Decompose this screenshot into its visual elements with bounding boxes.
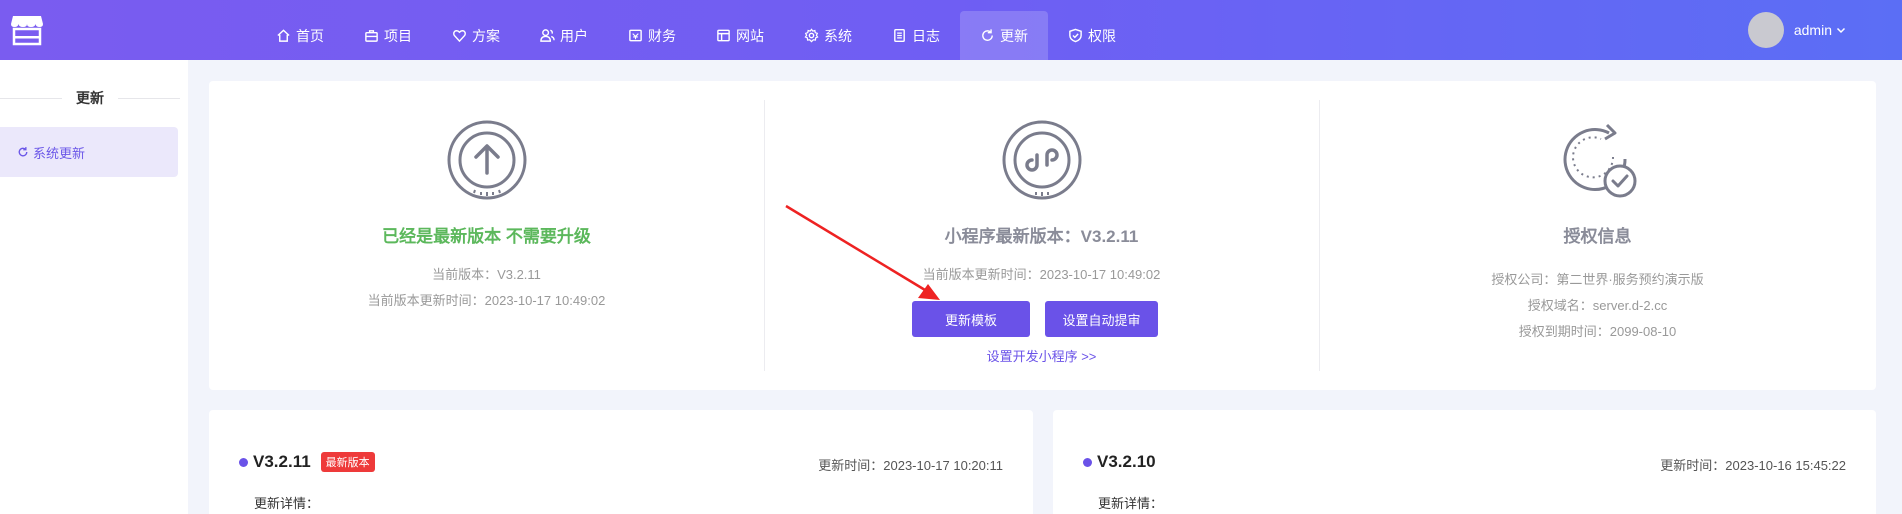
- nav-projects-label: 项目: [384, 27, 412, 44]
- current-version-updated-at: 当前版本更新时间：2023-10-17 10:49:02: [367, 293, 606, 308]
- license-expiry: 授权到期时间：2099-08-10: [1518, 324, 1677, 339]
- sidebar-item-system-update[interactable]: 系统更新: [0, 127, 178, 177]
- version-card: V3.2.10 更新时间：2023-10-16 15:45:22 更新详情：: [1053, 410, 1876, 514]
- update-status-card: 已经是最新版本 不需要升级 当前版本：V3.2.11 当前版本更新时间：2023…: [209, 81, 1876, 390]
- version-name: V3.2.10: [1097, 452, 1156, 471]
- version-dot: [1083, 457, 1092, 467]
- nav-permissions[interactable]: 权限: [1048, 11, 1136, 60]
- version-detail-label: 更新详情：: [254, 496, 320, 511]
- nav-permissions-label: 权限: [1088, 27, 1116, 44]
- avatar[interactable]: [1747, 12, 1784, 48]
- version-name: V3.2.11: [253, 452, 311, 471]
- nav-finance-label: 财务: [648, 27, 676, 44]
- heart-icon: [453, 30, 466, 43]
- dev-miniprogram-link[interactable]: 设置开发小程序 >>: [764, 346, 1319, 365]
- home-icon: [277, 29, 290, 42]
- auto-audit-button[interactable]: 设置自动提审: [1045, 301, 1158, 337]
- version-header: V3.2.11 最新版本: [239, 452, 375, 472]
- version-dot: [239, 457, 248, 467]
- sidebar-title-text: 更新: [76, 90, 104, 106]
- system-status-title: 已经是最新版本 不需要升级: [382, 227, 591, 246]
- refresh-icon: [982, 29, 993, 41]
- nav-website[interactable]: 网站: [696, 11, 784, 60]
- license-company: 授权公司：第二世界·服务预约演示版: [1491, 272, 1704, 287]
- nav-plans-label: 方案: [472, 27, 500, 44]
- username: admin: [1793, 22, 1832, 38]
- nav-update-label: 更新: [1000, 27, 1028, 44]
- nav-system[interactable]: 系统: [784, 11, 872, 60]
- nav-logs-label: 日志: [912, 27, 940, 44]
- nav-home[interactable]: 首页: [256, 11, 344, 60]
- sidebar-title: 更新: [0, 88, 180, 108]
- version-detail-label: 更新详情：: [1098, 496, 1164, 511]
- nav-users[interactable]: 用户: [520, 11, 608, 60]
- nav-system-label: 系统: [824, 27, 852, 44]
- sidebar-item-label: 系统更新: [33, 145, 86, 161]
- gear-icon: [804, 28, 819, 43]
- nav-home-label: 首页: [296, 27, 324, 44]
- system-version-panel: 已经是最新版本 不需要升级 当前版本：V3.2.11 当前版本更新时间：2023…: [209, 81, 764, 390]
- latest-version-badge: 最新版本: [320, 452, 375, 472]
- refresh-icon: [18, 147, 28, 157]
- nav-update[interactable]: 更新: [960, 11, 1048, 60]
- license-panel: 授权信息 授权公司：第二世界·服务预约演示版 授权域名：server.d-2.c…: [1319, 81, 1876, 390]
- nav-finance[interactable]: 财务: [608, 11, 696, 60]
- wallet-icon: [629, 29, 642, 42]
- main-nav: 首页 项目 方案 用户 财务 网站 系统 日志 更新 权限: [256, 11, 1136, 60]
- current-version: 当前版本：V3.2.11: [432, 267, 541, 282]
- version-time: 更新时间：2023-10-17 10:20:11: [818, 458, 1003, 473]
- nav-projects[interactable]: 项目: [344, 11, 432, 60]
- user-menu[interactable]: admin: [1747, 12, 1847, 48]
- nav-logs[interactable]: 日志: [872, 11, 960, 60]
- version-card: V3.2.11 最新版本 更新时间：2023-10-17 10:20:11 更新…: [209, 410, 1033, 514]
- shield-icon: [1069, 28, 1082, 43]
- nav-users-label: 用户: [560, 27, 588, 44]
- annotation-arrow-icon: [785, 204, 940, 300]
- nav-website-label: 网站: [736, 27, 764, 44]
- store-logo-icon[interactable]: [10, 14, 44, 46]
- users-icon: [540, 29, 555, 42]
- chevron-down-icon: [1836, 27, 1846, 34]
- briefcase-icon: [365, 30, 378, 42]
- license-check-icon: [1557, 119, 1639, 201]
- sidebar: 更新 系统更新: [0, 60, 188, 514]
- upgrade-arrow-icon: [446, 119, 528, 201]
- top-navbar: 首页 项目 方案 用户 财务 网站 系统 日志 更新 权限 admin: [0, 0, 1902, 60]
- version-time: 更新时间：2023-10-16 15:45:22: [1660, 458, 1846, 473]
- license-domain: 授权域名：server.d-2.cc: [1527, 298, 1668, 313]
- website-icon: [717, 29, 730, 42]
- version-header: V3.2.10: [1083, 452, 1156, 472]
- license-title: 授权信息: [1563, 227, 1632, 246]
- nav-plans[interactable]: 方案: [432, 11, 520, 60]
- log-icon: [894, 28, 905, 43]
- miniprogram-icon: [1001, 119, 1083, 201]
